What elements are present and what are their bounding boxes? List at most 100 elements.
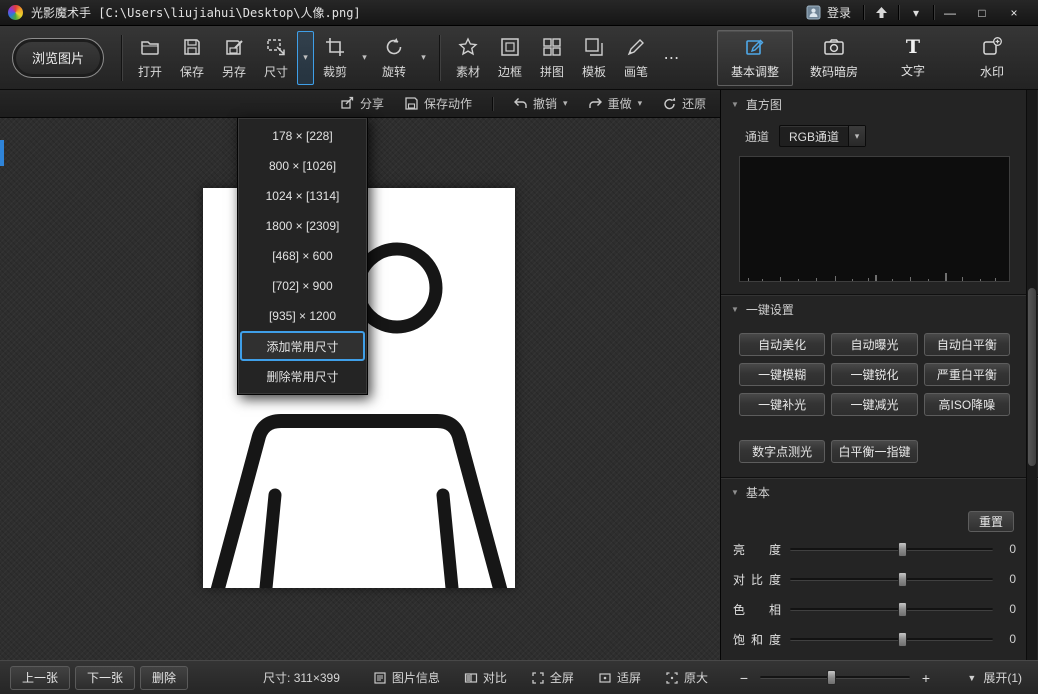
previous-image-button[interactable]: 上一张 [10, 666, 70, 690]
tab-watermark[interactable]: 水印 [954, 30, 1030, 86]
open-button[interactable]: 打开 [129, 29, 171, 87]
border-button[interactable]: 边框 [489, 29, 531, 87]
size-option[interactable]: 1024 × [1314] [240, 181, 365, 211]
zoom-slider[interactable] [760, 676, 910, 679]
login-button[interactable]: 登录 [794, 0, 863, 25]
size-option[interactable]: [702] × 900 [240, 271, 365, 301]
fullscreen-icon [531, 671, 545, 685]
tab-darkroom[interactable]: 数码暗房 [796, 30, 872, 86]
resize-dropdown-arrow[interactable]: ▾ [297, 31, 314, 85]
minimize-button[interactable]: — [934, 0, 966, 25]
save-action-button[interactable]: 保存动作 [404, 95, 472, 112]
channel-select[interactable]: RGB通道 ▾ [779, 125, 866, 147]
channel-select-arrow-icon[interactable]: ▾ [848, 126, 865, 146]
next-image-button[interactable]: 下一张 [75, 666, 135, 690]
brightness-slider[interactable] [790, 548, 993, 551]
rotate-dropdown-arrow[interactable]: ▾ [415, 31, 432, 85]
fit-screen-button[interactable]: 适屏 [598, 669, 641, 686]
delete-image-button[interactable]: 删除 [140, 666, 188, 690]
oneclick-collapse-icon[interactable]: ▼ [731, 305, 739, 314]
original-size-button[interactable]: 原大 [665, 669, 708, 686]
secondary-toolbar: 分享 保存动作 撤销 ▾ 重做 ▾ [0, 90, 720, 118]
tab-basic-adjust[interactable]: 基本调整 [717, 30, 793, 86]
maximize-button[interactable]: □ [966, 0, 998, 25]
delete-common-size-option[interactable]: 删除常用尺寸 [240, 361, 365, 391]
basic-collapse-icon[interactable]: ▼ [731, 488, 739, 497]
contrast-slider[interactable] [790, 578, 993, 581]
app-window: 光影魔术手 [C:\Users\liujiahui\Desktop\人像.png… [0, 0, 1038, 694]
undo-dropdown-arrow[interactable]: ▾ [563, 98, 568, 109]
save-as-button[interactable]: 另存 [213, 29, 255, 87]
zoom-slider-thumb[interactable] [827, 670, 836, 685]
saturation-slider-thumb[interactable] [898, 632, 907, 647]
brightness-slider-thumb[interactable] [898, 542, 907, 557]
rotate-button[interactable]: 旋转 [373, 29, 415, 87]
size-option[interactable]: 800 × [1026] [240, 151, 365, 181]
resize-button[interactable]: 尺寸 [255, 29, 297, 87]
auto-exposure-button[interactable]: 自动曝光 [831, 333, 917, 356]
compare-button[interactable]: 对比 [464, 669, 507, 686]
oneclick-title: 一键设置 [746, 301, 794, 318]
share-button[interactable]: 分享 [340, 95, 384, 112]
auto-whitebalance-button[interactable]: 自动白平衡 [924, 333, 1010, 356]
image-size-info: 尺寸: 311×399 [263, 669, 340, 686]
material-button[interactable]: 素材 [447, 29, 489, 87]
template-button[interactable]: 模板 [573, 29, 615, 87]
close-button[interactable]: × [998, 0, 1030, 25]
oneclick-blur-button[interactable]: 一键模糊 [739, 363, 825, 386]
oneclick-sharpen-button[interactable]: 一键锐化 [831, 363, 917, 386]
hue-slider[interactable] [790, 608, 993, 611]
resize-label: 尺寸 [264, 63, 288, 80]
more-tools-button[interactable]: ⋯ [657, 29, 687, 87]
oneclick-section-header[interactable]: ▼ 一键设置 [721, 295, 1038, 323]
expand-panel-button[interactable]: ▼ 展开(1) [967, 669, 1028, 686]
panel-scrollbar-thumb[interactable] [1028, 288, 1036, 466]
skin-up-icon[interactable] [864, 0, 898, 25]
spot-metering-button[interactable]: 数字点测光 [739, 440, 825, 463]
menu-chevron-icon[interactable]: ▾ [899, 0, 933, 25]
zoom-out-button[interactable]: − [737, 670, 751, 686]
crop-label: 裁剪 [323, 63, 347, 80]
hue-slider-thumb[interactable] [898, 602, 907, 617]
redo-dropdown-arrow[interactable]: ▾ [638, 98, 643, 109]
fill-light-button[interactable]: 一键补光 [739, 393, 825, 416]
auto-beautify-button[interactable]: 自动美化 [739, 333, 825, 356]
border-label: 边框 [498, 63, 522, 80]
collage-button[interactable]: 拼图 [531, 29, 573, 87]
hue-label: 色相 [733, 601, 781, 618]
save-button[interactable]: 保存 [171, 29, 213, 87]
crop-dropdown-arrow[interactable]: ▾ [356, 31, 373, 85]
rotate-icon [383, 36, 405, 58]
panel-scrollbar[interactable] [1026, 90, 1037, 660]
histogram-collapse-icon[interactable]: ▼ [731, 100, 739, 109]
contrast-value: 0 [1002, 572, 1016, 586]
restore-button[interactable]: 还原 [662, 95, 706, 112]
image-info-button[interactable]: 图片信息 [373, 669, 440, 686]
zoom-in-button[interactable]: + [919, 670, 933, 686]
redo-button[interactable]: 重做 ▾ [588, 95, 643, 112]
add-common-size-option[interactable]: 添加常用尺寸 [240, 331, 365, 361]
basic-section-header[interactable]: ▼ 基本 [721, 478, 1038, 506]
size-option[interactable]: 178 × [228] [240, 121, 365, 151]
size-option[interactable]: [935] × 1200 [240, 301, 365, 331]
right-panel: ▼ 直方图 通道 RGB通道 ▾ [720, 90, 1038, 660]
reduce-light-button[interactable]: 一键减光 [831, 393, 917, 416]
saturation-slider[interactable] [790, 638, 993, 641]
browse-images-button[interactable]: 浏览图片 [12, 38, 104, 78]
crop-button[interactable]: 裁剪 [314, 29, 356, 87]
histogram-section-header[interactable]: ▼ 直方图 [721, 90, 1038, 118]
reset-button[interactable]: 重置 [968, 511, 1014, 532]
fullscreen-button[interactable]: 全屏 [531, 669, 574, 686]
high-iso-denoise-button[interactable]: 高ISO降噪 [924, 393, 1010, 416]
contrast-slider-thumb[interactable] [898, 572, 907, 587]
main-toolbar: 浏览图片 打开 保存 另存 尺寸 ▾ 裁剪 ▾ 旋转 ▾ [0, 26, 1038, 90]
whitebalance-picker-button[interactable]: 白平衡一指键 [831, 440, 917, 463]
severe-whitebalance-button[interactable]: 严重白平衡 [924, 363, 1010, 386]
brush-button[interactable]: 画笔 [615, 29, 657, 87]
tab-text[interactable]: T 文字 [875, 30, 951, 86]
size-option[interactable]: 1800 × [2309] [240, 211, 365, 241]
material-label: 素材 [456, 63, 480, 80]
size-option[interactable]: [468] × 600 [240, 241, 365, 271]
undo-button[interactable]: 撤销 ▾ [513, 95, 568, 112]
hue-slider-row: 色相 0 [721, 594, 1038, 624]
